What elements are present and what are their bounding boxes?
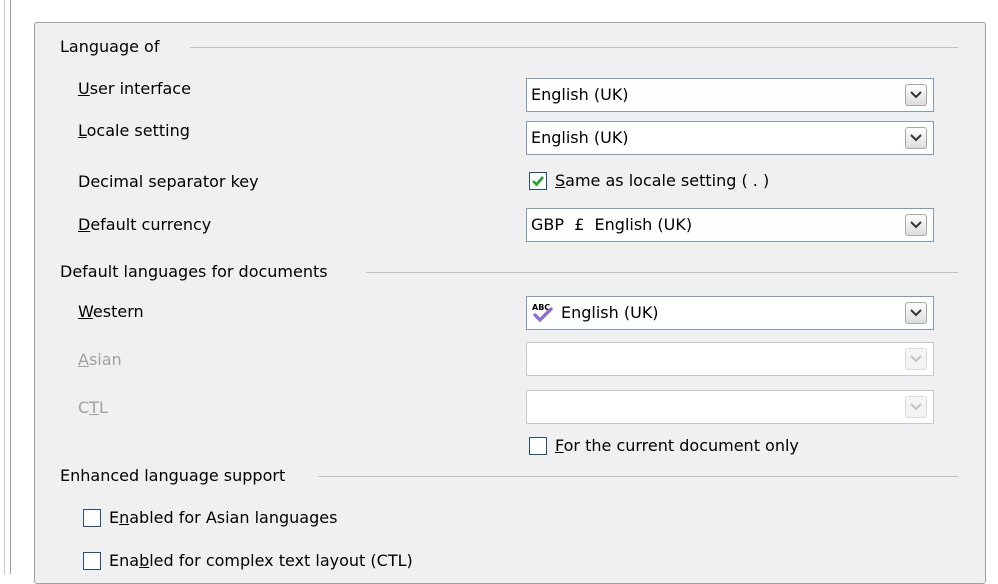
enable-asian-label[interactable]: Enabled for Asian languages — [109, 508, 337, 528]
spellcheck-abc-icon: ABC — [531, 302, 557, 324]
locale-setting-label: Locale setting — [78, 121, 190, 140]
same-as-locale-label[interactable]: Same as locale setting ( . ) — [555, 171, 769, 191]
chevron-down-icon — [905, 348, 927, 370]
section-heading-language-of: Language of — [60, 37, 166, 57]
checkmark-icon — [532, 176, 544, 187]
ctl-label: CTL — [78, 398, 108, 417]
left-frame-border — [0, 0, 11, 574]
asian-label: Asian — [78, 350, 122, 369]
section-divider — [366, 272, 958, 273]
asian-language-dropdown — [526, 342, 934, 376]
chevron-down-icon[interactable] — [905, 127, 927, 149]
default-currency-dropdown[interactable]: GBP £ English (UK) — [526, 208, 934, 242]
ctl-language-dropdown — [526, 390, 934, 424]
current-document-only-checkbox[interactable] — [529, 437, 547, 455]
western-language-dropdown[interactable]: ABC English (UK) — [526, 296, 934, 330]
default-currency-value: GBP £ English (UK) — [531, 215, 693, 234]
locale-setting-dropdown[interactable]: English (UK) — [526, 121, 934, 155]
default-currency-label: Default currency — [78, 215, 212, 234]
left-frame-line — [4, 0, 5, 574]
section-heading-default-languages: Default languages for documents — [60, 262, 334, 282]
enable-asian-checkbox[interactable] — [83, 509, 101, 527]
user-interface-label: User interface — [78, 79, 191, 98]
locale-setting-value: English (UK) — [531, 128, 629, 147]
section-heading-enhanced: Enhanced language support — [60, 466, 292, 486]
enable-ctl-checkbox[interactable] — [83, 552, 101, 570]
chevron-down-icon[interactable] — [905, 84, 927, 106]
current-document-only-label[interactable]: For the current document only — [555, 436, 799, 456]
western-language-value: English (UK) — [561, 303, 659, 322]
section-divider — [318, 476, 958, 477]
chevron-down-icon[interactable] — [905, 214, 927, 236]
enable-ctl-label[interactable]: Enabled for complex text layout (CTL) — [109, 551, 413, 571]
decimal-separator-label: Decimal separator key — [78, 172, 259, 191]
section-divider — [190, 47, 958, 48]
user-interface-value: English (UK) — [531, 85, 629, 104]
same-as-locale-checkbox[interactable] — [529, 172, 547, 190]
chevron-down-icon[interactable] — [905, 302, 927, 324]
chevron-down-icon — [905, 396, 927, 418]
user-interface-dropdown[interactable]: English (UK) — [526, 78, 934, 112]
western-label: Western — [78, 302, 144, 321]
